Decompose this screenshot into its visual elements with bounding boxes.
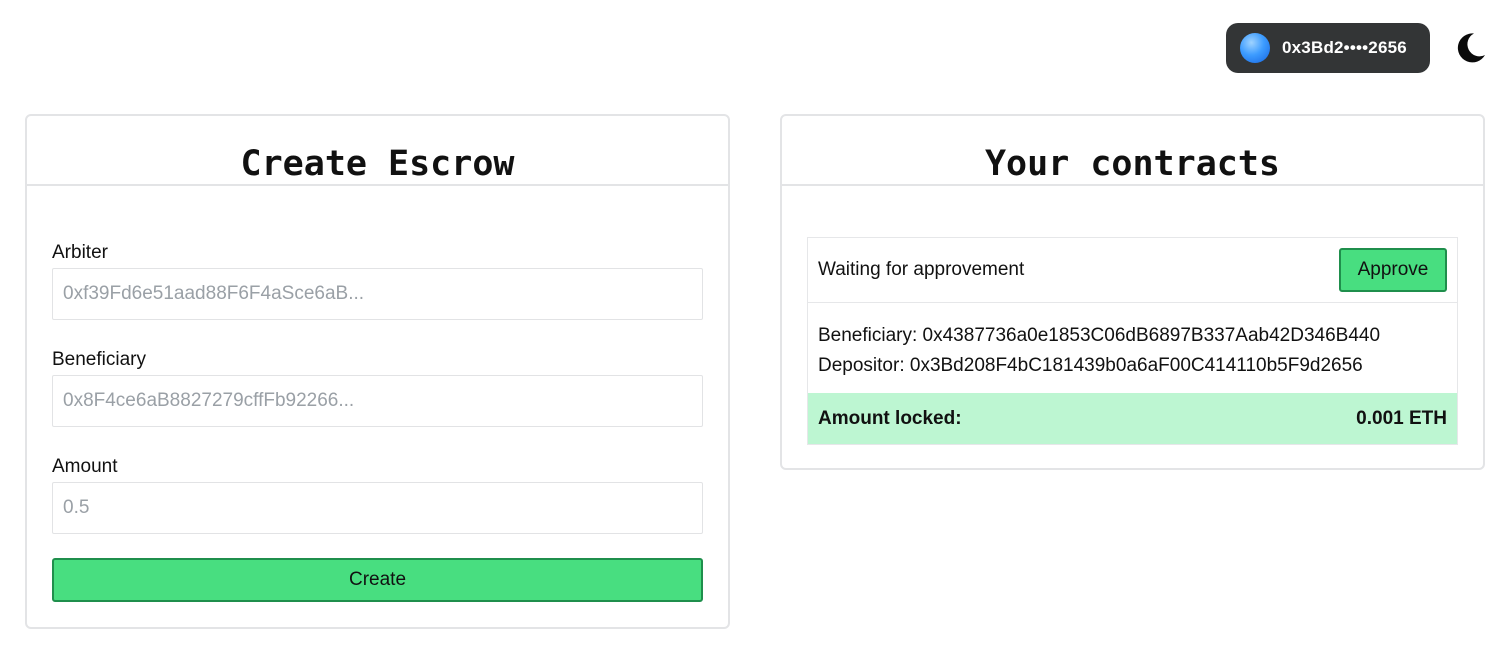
- beneficiary-label: Beneficiary: [52, 349, 146, 370]
- contract-header: Waiting for approvement Approve: [808, 238, 1457, 303]
- contract-status: Waiting for approvement: [818, 259, 1025, 280]
- theme-toggle-button[interactable]: [1452, 30, 1488, 66]
- approve-button[interactable]: Approve: [1339, 248, 1447, 292]
- amount-input[interactable]: [52, 482, 703, 534]
- contract-beneficiary: Beneficiary: 0x4387736a0e1853C06dB6897B3…: [818, 325, 1381, 346]
- beneficiary-input[interactable]: [52, 375, 703, 427]
- wallet-button[interactable]: 0x3Bd2••••2656: [1226, 23, 1430, 73]
- amount-locked-row: Amount locked: 0.001 ETH: [808, 393, 1457, 444]
- your-contracts-title: Your contracts: [782, 116, 1483, 186]
- contract-item: Waiting for approvement Approve Benefici…: [807, 237, 1458, 445]
- wallet-avatar-icon: [1240, 33, 1270, 63]
- amount-locked-label: Amount locked:: [818, 407, 962, 429]
- amount-label: Amount: [52, 456, 118, 477]
- create-escrow-card: Create Escrow Arbiter Beneficiary Amount…: [25, 114, 730, 629]
- page: 0x3Bd2••••2656 Create Escrow Arbiter Ben…: [0, 0, 1508, 646]
- contract-details: Beneficiary: 0x4387736a0e1853C06dB6897B3…: [808, 303, 1457, 393]
- create-escrow-title: Create Escrow: [27, 116, 728, 186]
- wallet-address: 0x3Bd2••••2656: [1282, 38, 1407, 57]
- moon-icon: [1457, 33, 1485, 63]
- amount-locked-value: 0.001 ETH: [1356, 407, 1447, 429]
- your-contracts-card: Your contracts Waiting for approvement A…: [780, 114, 1485, 470]
- create-button[interactable]: Create: [52, 558, 703, 602]
- arbiter-input[interactable]: [52, 268, 703, 320]
- arbiter-label: Arbiter: [52, 242, 108, 263]
- contract-depositor: Depositor: 0x3Bd208F4bC181439b0a6aF00C41…: [818, 355, 1363, 376]
